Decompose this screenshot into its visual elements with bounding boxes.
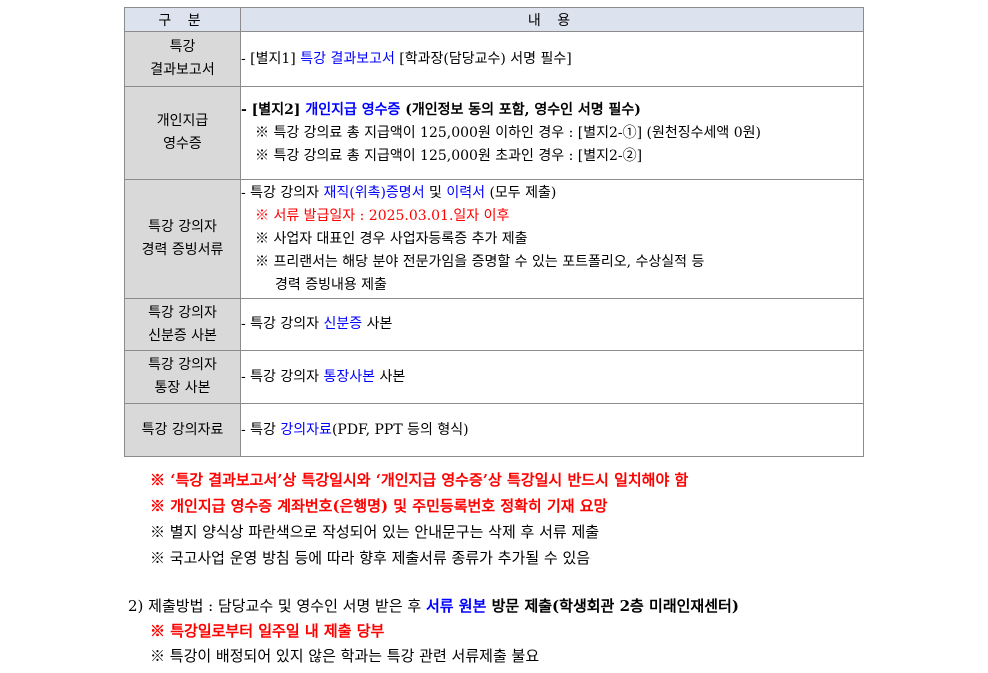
form-name-highlight: 개인지급 영수증 xyxy=(305,101,401,118)
content-line: - 특강 강의자 재직(위촉)증명서 및 이력서 (모두 제출) xyxy=(241,182,863,205)
text: 2) 제출방법 : 담당교수 및 영수인 서명 받은 후 xyxy=(128,597,426,615)
content-cell: - [별지1] 특강 결과보고서 [학과장(담당교수) 서명 필수] xyxy=(240,31,864,87)
text: [학과장(담당교수) 서명 필수] xyxy=(394,50,572,67)
content-cell: - [별지2] 개인지급 영수증 (개인정보 동의 포함, 영수인 서명 필수)… xyxy=(240,86,864,180)
text: (개인정보 동의 포함, 영수인 서명 필수) xyxy=(400,101,641,118)
submission-method: 2) 제출방법 : 담당교수 및 영수인 서명 받은 후 서류 원본 방문 제출… xyxy=(128,594,739,669)
text: - 특강 xyxy=(241,421,281,438)
category-cell: 특강 강의자 경력 증빙서류 xyxy=(124,179,241,299)
category-label: 신분증 사본 xyxy=(148,327,217,344)
form-name-highlight: 이력서 xyxy=(446,184,485,201)
content-note-warning: ※ 서류 발급일자 : 2025.03.01.일자 이후 xyxy=(255,207,510,224)
text: 사본 xyxy=(375,368,406,385)
content-line: - [별지2] 개인지급 영수증 (개인정보 동의 포함, 영수인 서명 필수) xyxy=(241,99,863,122)
method-warning: ※ 특강일로부터 일주일 내 제출 당부 xyxy=(150,622,385,640)
text: (PDF, PPT 등의 형식) xyxy=(331,421,469,438)
category-label: 결과보고서 xyxy=(150,62,215,78)
table-header-row: 구 분 내 용 xyxy=(124,7,864,32)
text: - [별지1] xyxy=(241,50,301,67)
table-row-bank: 특강 강의자 통장 사본 - 특강 강의자 통장사본 사본 xyxy=(124,350,864,404)
category-label: 통장 사본 xyxy=(154,380,211,396)
text: - [별지2] xyxy=(241,101,306,118)
header-category: 구 분 xyxy=(124,7,241,32)
content-line: - 특강 강의자 신분증 사본 xyxy=(241,313,863,336)
header-content: 내 용 xyxy=(240,7,864,32)
content-note: ※ 특강 강의료 총 지급액이 125,000원 이하인 경우 : [별지2-①… xyxy=(255,124,761,141)
category-label: 특강 xyxy=(169,39,196,55)
content-line: - 특강 강의자 통장사본 사본 xyxy=(241,366,863,389)
text: - 특강 강의자 xyxy=(241,184,324,201)
text: 사본 xyxy=(362,316,393,332)
table-row-material: 특강 강의자료 - 특강 강의자료(PDF, PPT 등의 형식) xyxy=(124,403,864,457)
category-cell: 특강 결과보고서 xyxy=(124,31,241,87)
form-name-highlight: 강의자료 xyxy=(280,421,332,438)
category-cell: 개인지급 영수증 xyxy=(124,86,241,180)
content-cell: - 특강 강의자 재직(위촉)증명서 및 이력서 (모두 제출) ※ 서류 발급… xyxy=(240,179,864,299)
category-cell: 특강 강의자 통장 사본 xyxy=(124,350,241,404)
category-label: 특강 강의자 xyxy=(148,219,217,235)
text: - 특강 강의자 xyxy=(241,316,324,332)
category-label: 특강 강의자 xyxy=(148,304,217,321)
form-name-highlight: 특강 결과보고서 xyxy=(300,50,395,67)
content-note: ※ 프리랜서는 해당 분야 전문가임을 증명할 수 있는 포트폴리오, 수상실적… xyxy=(255,253,705,270)
content-cell: - 특강 강의자 통장사본 사본 xyxy=(240,350,864,404)
content-note: 경력 증빙내용 제출 xyxy=(275,276,387,293)
category-cell: 특강 강의자 신분증 사본 xyxy=(124,298,241,351)
method-line: 2) 제출방법 : 담당교수 및 영수인 서명 받은 후 서류 원본 방문 제출… xyxy=(128,594,739,619)
note-warning: ※ ‘특강 결과보고서’상 특강일시와 ‘개인지급 영수증’상 특강일시 반드시… xyxy=(150,471,689,489)
category-cell: 특강 강의자료 xyxy=(124,403,241,457)
form-name-highlight: 재직(위촉)증명서 xyxy=(323,184,425,201)
content-cell: - 특강 강의자 신분증 사본 xyxy=(240,298,864,351)
category-label: 영수증 xyxy=(163,136,202,152)
category-label: 특강 강의자 xyxy=(148,357,217,373)
content-line: - [별지1] 특강 결과보고서 [학과장(담당교수) 서명 필수] xyxy=(241,48,863,71)
category-label: 특강 강의자료 xyxy=(141,421,224,438)
note-warning: ※ 개인지급 영수증 계좌번호(은행명) 및 주민등록번호 정확히 기재 요망 xyxy=(150,497,608,515)
category-label: 개인지급 xyxy=(156,113,209,129)
content-note: ※ 사업자 대표인 경우 사업자등록증 추가 제출 xyxy=(255,230,528,247)
original-docs-highlight: 서류 원본 xyxy=(425,597,487,615)
text: - 특강 강의자 xyxy=(241,368,324,385)
form-name-highlight: 신분증 xyxy=(323,316,363,332)
content-line: - 특강 강의자료(PDF, PPT 등의 형식) xyxy=(241,419,863,442)
table-row-report: 특강 결과보고서 - [별지1] 특강 결과보고서 [학과장(담당교수) 서명 … xyxy=(124,31,864,87)
requirements-table: 구 분 내 용 특강 결과보고서 - [별지1] 특강 결과보고서 [학과장(담… xyxy=(124,7,864,457)
content-note: ※ 특강 강의료 총 지급액이 125,000원 초과인 경우 : [별지2-②… xyxy=(255,147,643,164)
table-row-receipt: 개인지급 영수증 - [별지2] 개인지급 영수증 (개인정보 동의 포함, 영… xyxy=(124,86,864,180)
table-row-id: 특강 강의자 신분증 사본 - 특강 강의자 신분증 사본 xyxy=(124,298,864,351)
text: (모두 제출) xyxy=(485,184,557,201)
content-cell: - 특강 강의자료(PDF, PPT 등의 형식) xyxy=(240,403,864,457)
form-name-highlight: 통장사본 xyxy=(323,368,376,385)
note: ※ 별지 양식상 파란색으로 작성되어 있는 안내문구는 삭제 후 서류 제출 xyxy=(150,523,600,541)
notes-block: ※ ‘특강 결과보고서’상 특강일시와 ‘개인지급 영수증’상 특강일시 반드시… xyxy=(150,467,688,571)
text: 방문 제출(학생회관 2층 미래인재센터) xyxy=(486,597,739,615)
table-row-career: 특강 강의자 경력 증빙서류 - 특강 강의자 재직(위촉)증명서 및 이력서 … xyxy=(124,179,864,299)
category-label: 경력 증빙서류 xyxy=(141,242,224,258)
text: 및 xyxy=(424,184,447,201)
method-note: ※ 특강이 배정되어 있지 않은 학과는 특강 관련 서류제출 불요 xyxy=(150,647,540,665)
note: ※ 국고사업 운영 방침 등에 따라 향후 제출서류 종류가 추가될 수 있음 xyxy=(150,549,591,567)
